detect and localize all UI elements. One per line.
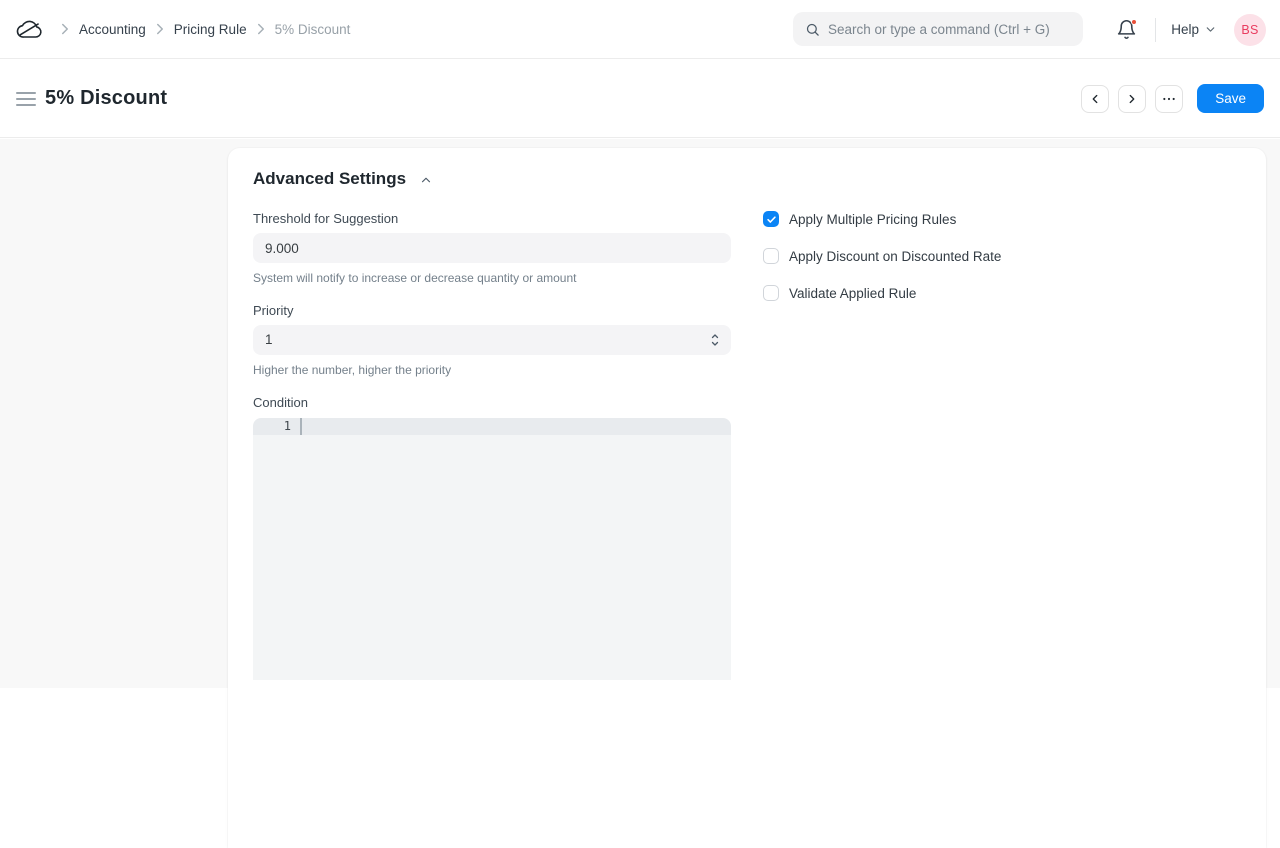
breadcrumb-chevron-icon — [252, 20, 270, 38]
validate-applied-rule-checkbox[interactable]: Validate Applied Rule — [763, 285, 1266, 301]
threshold-label: Threshold for Suggestion — [253, 211, 731, 226]
help-label: Help — [1171, 22, 1199, 37]
priority-help-text: Higher the number, higher the priority — [253, 363, 731, 377]
breadcrumb-pricing-rule[interactable]: Pricing Rule — [174, 22, 247, 37]
breadcrumb-chevron-icon — [56, 20, 74, 38]
condition-label: Condition — [253, 395, 731, 410]
page-header: 5% Discount Save — [0, 60, 1280, 138]
user-avatar[interactable]: BS — [1234, 14, 1266, 46]
search-icon — [805, 22, 820, 37]
form-content-area: Advanced Settings Threshold for Suggesti… — [0, 139, 1280, 688]
checkmark-icon — [766, 214, 777, 225]
breadcrumb-chevron-icon — [151, 20, 169, 38]
chevron-left-icon — [1088, 92, 1102, 106]
ellipsis-icon — [1161, 91, 1177, 107]
previous-document-button[interactable] — [1081, 85, 1109, 113]
checkbox-label: Apply Multiple Pricing Rules — [789, 212, 956, 227]
topbar-divider — [1155, 18, 1156, 42]
global-search[interactable] — [793, 12, 1083, 46]
chevron-up-icon — [419, 173, 433, 187]
advanced-settings-section-toggle[interactable]: Advanced Settings — [253, 169, 1266, 189]
editor-cursor — [300, 418, 302, 435]
editor-active-line: 1 — [253, 418, 731, 435]
breadcrumb-accounting[interactable]: Accounting — [79, 22, 146, 37]
form-right-column: Apply Multiple Pricing Rules Apply Disco… — [763, 211, 1266, 680]
save-button[interactable]: Save — [1197, 84, 1264, 113]
threshold-help-text: System will notify to increase or decrea… — [253, 271, 731, 285]
section-title: Advanced Settings — [253, 169, 406, 189]
checkbox-label: Apply Discount on Discounted Rate — [789, 249, 1001, 264]
checkbox-box — [763, 211, 779, 227]
notification-unread-dot — [1131, 19, 1137, 25]
priority-selected-value: 1 — [253, 325, 731, 355]
top-navbar: Accounting Pricing Rule 5% Discount Help… — [0, 0, 1280, 59]
apply-discount-on-discounted-rate-checkbox[interactable]: Apply Discount on Discounted Rate — [763, 248, 1266, 264]
checkbox-label: Validate Applied Rule — [789, 286, 916, 301]
page-title: 5% Discount — [45, 87, 167, 110]
form-left-column: Threshold for Suggestion System will not… — [253, 211, 731, 680]
select-chevrons-icon — [709, 332, 721, 348]
condition-code-editor[interactable]: 1 — [253, 418, 731, 680]
checkbox-box — [763, 285, 779, 301]
priority-select[interactable]: 1 — [253, 325, 731, 355]
app-logo-cloud-icon[interactable] — [14, 16, 46, 42]
editor-line-number: 1 — [253, 418, 291, 435]
checkbox-box — [763, 248, 779, 264]
breadcrumb-current-document: 5% Discount — [275, 22, 351, 37]
help-menu[interactable]: Help — [1171, 22, 1217, 37]
apply-multiple-pricing-rules-checkbox[interactable]: Apply Multiple Pricing Rules — [763, 211, 1266, 227]
threshold-input[interactable] — [253, 233, 731, 263]
next-document-button[interactable] — [1118, 85, 1146, 113]
priority-label: Priority — [253, 303, 731, 318]
notifications-bell-icon[interactable] — [1116, 19, 1138, 41]
chevron-right-icon — [1125, 92, 1139, 106]
search-input[interactable] — [828, 22, 1071, 37]
chevron-down-icon — [1204, 23, 1217, 36]
advanced-settings-card: Advanced Settings Threshold for Suggesti… — [228, 148, 1266, 848]
more-options-button[interactable] — [1155, 85, 1183, 113]
sidebar-toggle-menu-icon[interactable] — [16, 92, 36, 106]
